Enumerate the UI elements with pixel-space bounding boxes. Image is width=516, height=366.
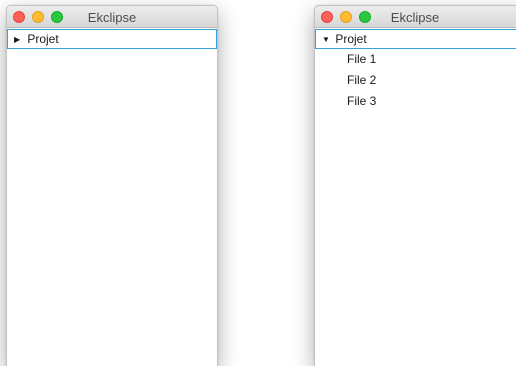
window-title: Ekclipse bbox=[390, 10, 440, 25]
tree-view[interactable]: ▼ Projet File 1 File 2 File 3 bbox=[315, 29, 516, 366]
title-bar[interactable]: Ekclipse bbox=[7, 6, 217, 28]
tree-item-projet[interactable]: ▼ Projet bbox=[315, 29, 516, 49]
tree-item-label: File 1 bbox=[347, 52, 377, 66]
tree-item-file-1[interactable]: File 1 bbox=[315, 49, 516, 70]
tree-item-label: Projet bbox=[335, 32, 367, 46]
tree-item-label: Projet bbox=[27, 32, 59, 46]
window-collapsed: Ekclipse ▶ Projet bbox=[6, 5, 218, 366]
window-title: Ekclipse bbox=[87, 10, 137, 25]
tree-item-file-3[interactable]: File 3 bbox=[315, 91, 516, 112]
window-expanded: Ekclipse ▼ Projet File 1 File 2 File 3 bbox=[314, 5, 516, 366]
disclosure-triangle-down-icon[interactable]: ▼ bbox=[322, 31, 332, 49]
tree-item-file-2[interactable]: File 2 bbox=[315, 70, 516, 91]
tree-view[interactable]: ▶ Projet bbox=[7, 29, 217, 366]
tree-item-label: File 2 bbox=[347, 73, 377, 87]
tree-item-projet[interactable]: ▶ Projet bbox=[7, 29, 217, 49]
disclosure-triangle-right-icon[interactable]: ▶ bbox=[14, 31, 24, 49]
title-bar[interactable]: Ekclipse bbox=[315, 6, 516, 28]
tree-item-label: File 3 bbox=[347, 94, 377, 108]
